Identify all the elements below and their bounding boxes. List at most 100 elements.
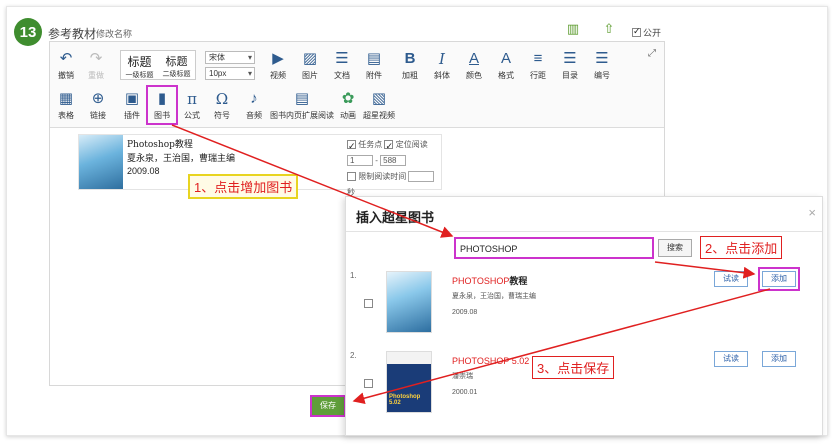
heading1-label: 一级标题: [125, 72, 154, 79]
animation-button[interactable]: ✿ 动画: [334, 90, 362, 121]
result-checkbox[interactable]: [364, 299, 373, 308]
result-info: PHOTOSHOP 5.02 潘崇瑞 2000.01: [452, 353, 529, 401]
format-button[interactable]: A 格式: [492, 50, 520, 81]
font-color-icon: A: [468, 50, 479, 67]
result-authors: 潘崇瑞: [452, 373, 473, 380]
heading1-button[interactable]: 标题 一级标题: [121, 51, 158, 79]
image-label: 图片: [302, 71, 318, 80]
document-button[interactable]: ☰ 文档: [328, 50, 356, 81]
edit-name-link[interactable]: 修改名称: [96, 27, 132, 40]
italic-button[interactable]: I 斜体: [428, 50, 456, 81]
video-icon: ▶: [272, 50, 284, 67]
line-spacing-label: 行距: [530, 71, 546, 80]
superstar-video-button[interactable]: ▧ 超星视频: [362, 90, 396, 121]
page-range-dash: -: [375, 156, 378, 165]
result-index: 2.: [350, 351, 357, 360]
document-icon: ☰: [335, 50, 349, 67]
public-checkbox[interactable]: 公开: [632, 26, 661, 39]
result-cover-text: Photoshop 5.02: [389, 394, 421, 406]
task-point-checkbox[interactable]: [347, 138, 356, 154]
symbol-button[interactable]: Ω 符号: [208, 90, 236, 121]
book-label: 图书: [154, 111, 170, 120]
line-spacing-button[interactable]: ≡ 行距: [524, 50, 552, 81]
header-actions: ▥ ⇧: [566, 22, 616, 36]
plugin-label: 插件: [124, 111, 140, 120]
attachment-icon: ▤: [366, 50, 382, 67]
formula-button[interactable]: π 公式: [178, 90, 206, 121]
add-book-button[interactable]: 添加: [762, 351, 796, 367]
table-label: 表格: [58, 111, 74, 120]
link-label: 链接: [90, 111, 106, 120]
superstar-video-label: 超星视频: [363, 111, 395, 120]
font-size-select[interactable]: 10px: [205, 67, 255, 80]
video-button[interactable]: ▶ 视频: [264, 50, 292, 81]
save-button[interactable]: 保存: [310, 395, 346, 417]
result-checkbox[interactable]: [364, 379, 373, 388]
heading-buttons: 标题 一级标题 标题 二级标题: [120, 50, 196, 80]
undo-button[interactable]: ↶ 撤销: [52, 50, 80, 81]
plugin-button[interactable]: ▣ 插件: [118, 90, 146, 121]
limit-time-input[interactable]: [408, 171, 435, 183]
link-button[interactable]: ⊕ 链接: [84, 90, 112, 121]
public-label: 公开: [643, 28, 662, 38]
numbering-button[interactable]: ☰ 编号: [588, 50, 616, 81]
result-title-highlight[interactable]: PHOTOSHOP: [452, 276, 509, 286]
video-label: 视频: [270, 71, 286, 80]
page-to-input[interactable]: 588: [380, 155, 407, 167]
bold-button[interactable]: B 加粗: [396, 50, 424, 81]
chart-icon[interactable]: ▥: [566, 22, 580, 36]
font-color-button[interactable]: A 颜色: [460, 50, 488, 81]
heading2-button[interactable]: 标题 二级标题: [158, 51, 195, 79]
bold-label: 加粗: [402, 71, 418, 80]
format-icon: A: [500, 50, 511, 67]
result-date: 2000.01: [452, 389, 478, 396]
annotation-step2: 2、点击添加: [700, 236, 783, 259]
try-read-button[interactable]: 试读: [714, 351, 748, 367]
result-row: 1. PHOTOSHOP教程 夏永泉，王治国，曹瑞主编 2009.08 试读 添…: [346, 267, 822, 351]
book-button[interactable]: ▮ 图书: [146, 85, 178, 125]
heading1-big: 标题: [127, 55, 152, 69]
redo-button[interactable]: ↷ 重做: [82, 50, 110, 81]
font-family-select[interactable]: 宋体: [205, 51, 255, 64]
font-color-label: 颜色: [466, 71, 482, 80]
formula-icon: π: [187, 90, 197, 108]
numbering-icon: ☰: [595, 50, 609, 67]
fullscreen-icon[interactable]: ⤢: [648, 48, 656, 59]
search-button[interactable]: 搜索: [658, 239, 692, 257]
table-button[interactable]: ▦ 表格: [52, 90, 80, 121]
page-extension-button[interactable]: ▤ 图书内页扩展阅读: [270, 90, 334, 121]
audio-button[interactable]: ♪ 音频: [240, 90, 268, 121]
table-icon: ▦: [58, 90, 74, 107]
try-read-button[interactable]: 试读: [714, 271, 748, 287]
locate-read-checkbox[interactable]: [384, 138, 394, 154]
result-title-highlight[interactable]: PHOTOSHOP: [452, 356, 509, 366]
italic-icon: I: [439, 50, 445, 68]
numbering-label: 编号: [594, 71, 610, 80]
result-date: 2009.08: [452, 309, 478, 316]
result-title-rest[interactable]: 教程: [509, 276, 527, 286]
toc-button[interactable]: ☰ 目录: [556, 50, 584, 81]
limit-time-label: 限制阅读时间: [358, 172, 407, 181]
book-cover-image: [79, 135, 123, 189]
page-extension-label: 图书内页扩展阅读: [270, 111, 334, 120]
redo-icon: ↷: [89, 50, 103, 67]
page-from-input[interactable]: 1: [347, 155, 373, 167]
close-icon[interactable]: ×: [808, 205, 816, 220]
book-search-input[interactable]: PHOTOSHOP: [454, 237, 654, 259]
bold-icon: B: [404, 50, 416, 67]
toc-label: 目录: [562, 71, 578, 80]
move-up-icon[interactable]: ⇧: [602, 22, 616, 36]
heading2-big: 标题: [165, 56, 188, 68]
superstar-video-icon: ▧: [371, 90, 387, 107]
public-checkbox-box[interactable]: [632, 26, 641, 37]
limit-time-checkbox[interactable]: [347, 172, 356, 182]
locate-read-label: 定位阅读: [395, 140, 428, 149]
attachment-button[interactable]: ▤ 附件: [360, 50, 388, 81]
inserted-book-title: Photoshop教程: [127, 140, 193, 150]
image-button[interactable]: ▨ 图片: [296, 50, 324, 81]
audio-label: 音频: [246, 111, 262, 120]
add-book-button[interactable]: 添加: [758, 267, 800, 291]
formula-label: 公式: [184, 111, 200, 120]
result-title-rest[interactable]: 5.02: [509, 356, 530, 366]
book-icon: ▮: [157, 90, 167, 107]
